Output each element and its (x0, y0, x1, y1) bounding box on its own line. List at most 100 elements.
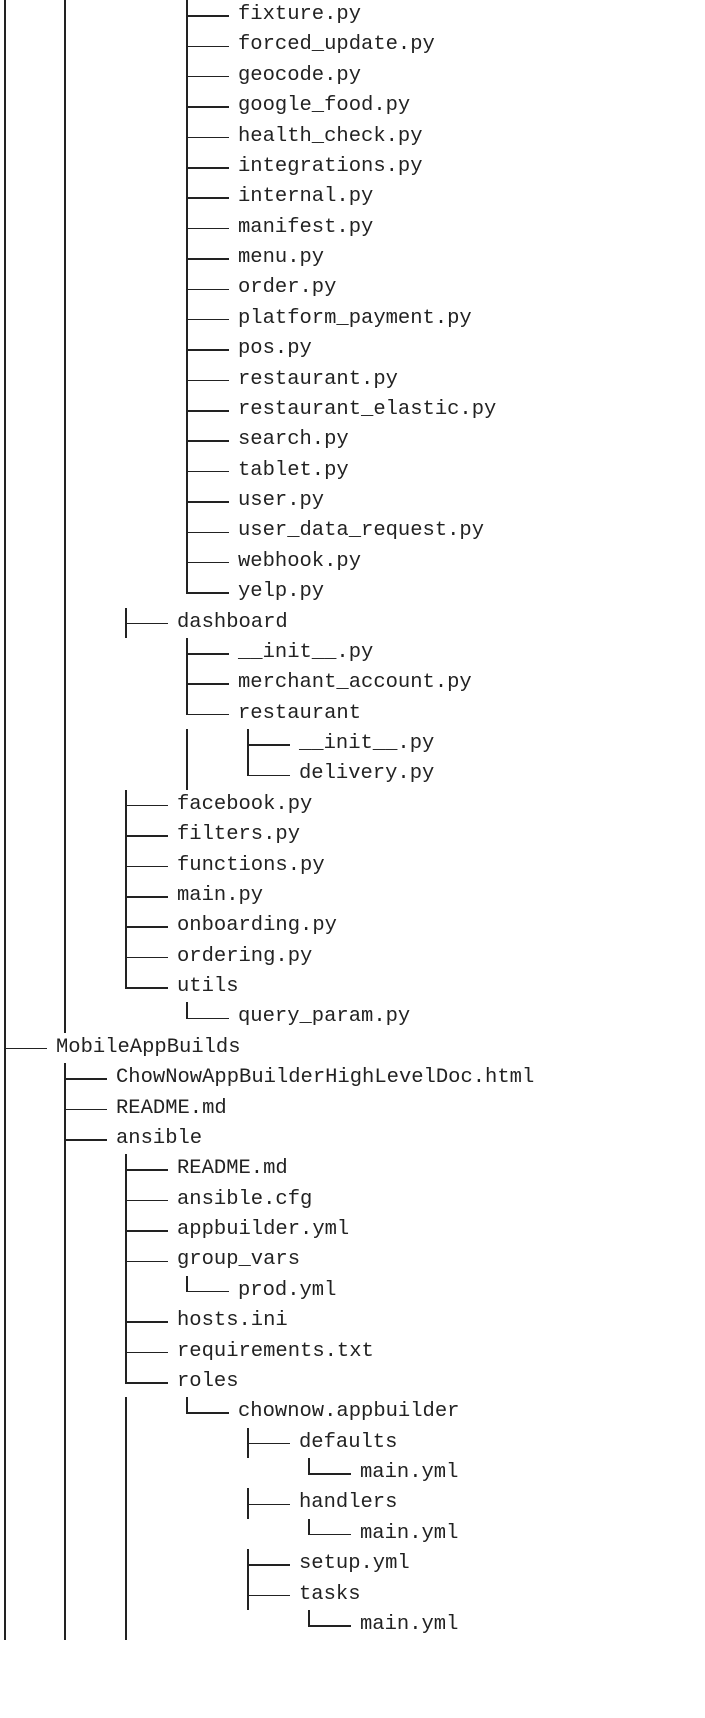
tree-guide-line (64, 394, 66, 426)
tree-guide-line (4, 1518, 6, 1550)
tree-guide-line (64, 546, 66, 578)
tree-branch-connector (186, 1412, 229, 1414)
tree-item-label: __init__.py (238, 640, 374, 664)
tree-guide-line (64, 151, 66, 183)
tree-branch-connector (186, 75, 229, 78)
tree-guide-line (4, 850, 6, 881)
tree-branch-line (186, 1002, 188, 1018)
tree-branch-connector (186, 45, 229, 48)
tree-item-label: search.py (238, 428, 349, 452)
tree-branch-connector (186, 106, 229, 108)
tree-item-label: appbuilder.yml (177, 1218, 350, 1241)
tree-guide-line (64, 30, 66, 61)
tree-item-label: README.md (177, 1157, 288, 1181)
tree-branch-connector (125, 1199, 168, 1202)
tree-item-label: handlers (299, 1491, 398, 1515)
tree-guide-line (64, 334, 66, 365)
tree-branch-connector (186, 440, 229, 442)
tree-item-label: setup.yml (299, 1552, 410, 1576)
tree-guide-line (4, 1123, 6, 1155)
tree-item-label: forced_update.py (238, 33, 435, 57)
tree-item-label: functions.py (177, 853, 325, 877)
tree-guide-line (125, 1458, 127, 1489)
tree-guide-line (64, 941, 66, 972)
tree-guide-line (4, 1366, 6, 1398)
tree-guide-line (4, 1427, 6, 1458)
tree-item-label: tablet.py (238, 458, 349, 482)
tree-branch-connector (186, 561, 229, 564)
tree-branch-line (125, 972, 127, 988)
tree-item-label: main.yml (360, 1461, 459, 1484)
tree-item-label: pos.py (238, 337, 312, 361)
tree-guide-line (64, 789, 66, 821)
tree-guide-line (4, 364, 6, 395)
tree-item-label: yelp.py (238, 580, 325, 604)
tree-guide-line (125, 1427, 127, 1458)
tree-guide-line (64, 1215, 66, 1246)
tree-item-label: user_data_request.py (238, 519, 485, 543)
tree-guide-line (125, 1275, 127, 1307)
tree-guide-line (4, 1154, 6, 1185)
tree-guide-line (4, 1275, 6, 1307)
tree-branch-connector (308, 1625, 351, 1627)
tree-branch-connector (247, 1503, 290, 1506)
tree-branch-connector (64, 1078, 107, 1080)
tree-item-label: utils (177, 975, 239, 998)
tree-guide-line (64, 1397, 66, 1428)
tree-branch-connector (125, 835, 168, 837)
tree-guide-line (125, 1518, 127, 1550)
tree-guide-line (64, 1458, 66, 1489)
tree-branch-line (125, 1366, 127, 1383)
tree-branch-connector (186, 227, 229, 230)
tree-guide-line (64, 1002, 66, 1033)
tree-branch-connector (125, 987, 168, 989)
tree-guide-line (4, 789, 6, 821)
tree-guide-line (64, 1488, 66, 1519)
tree-branch-connector (186, 713, 229, 716)
tree-guide-line (64, 243, 66, 274)
tree-item-label: README.md (116, 1096, 227, 1120)
tree-branch-connector (125, 622, 168, 625)
tree-branch-connector (186, 288, 229, 291)
tree-branch-connector (186, 167, 229, 169)
tree-guide-line (125, 1609, 127, 1641)
tree-guide-line (4, 698, 6, 729)
tree-item-label: google_food.py (238, 94, 411, 118)
tree-guide-line (4, 394, 6, 426)
tree-item-label: prod.yml (238, 1278, 337, 1302)
tree-item-label: MobileAppBuilds (56, 1035, 241, 1059)
tree-branch-connector (125, 1321, 168, 1323)
tree-guide-line (4, 1579, 6, 1610)
tree-guide-line (64, 1306, 66, 1337)
tree-guide-line (4, 1549, 6, 1580)
tree-branch-connector (186, 1290, 229, 1293)
tree-item-label: platform_payment.py (238, 306, 472, 330)
tree-guide-line (64, 516, 66, 547)
tree-guide-line (64, 759, 66, 790)
tree-guide-line (64, 486, 66, 517)
tree-guide-line (125, 1488, 127, 1519)
tree-guide-line (64, 1609, 66, 1641)
tree-item-label: chownow.appbuilder (238, 1400, 460, 1424)
tree-item-label: main.yml (360, 1521, 459, 1545)
tree-item-label: defaults (299, 1430, 398, 1454)
tree-guide-line (64, 212, 66, 243)
tree-branch-line (308, 1458, 310, 1474)
tree-guide-line (4, 1488, 6, 1519)
tree-item-label: onboarding.py (177, 914, 337, 938)
tree-branch-connector (125, 1230, 168, 1232)
tree-item-label: facebook.py (177, 792, 313, 816)
tree-branch-connector (247, 744, 290, 746)
tree-branch-connector (247, 1564, 290, 1566)
tree-guide-line (4, 880, 6, 912)
tree-branch-connector (186, 15, 229, 17)
tree-branch-connector (64, 1108, 107, 1111)
tree-item-label: webhook.py (238, 549, 362, 573)
tree-guide-line (64, 91, 66, 122)
tree-branch-connector (247, 1594, 290, 1597)
tree-guide-line (125, 1549, 127, 1580)
tree-branch-line (308, 1518, 310, 1534)
tree-item-label: restaurant.py (238, 367, 398, 391)
tree-guide-line (4, 1336, 6, 1367)
tree-guide-line (4, 911, 6, 942)
